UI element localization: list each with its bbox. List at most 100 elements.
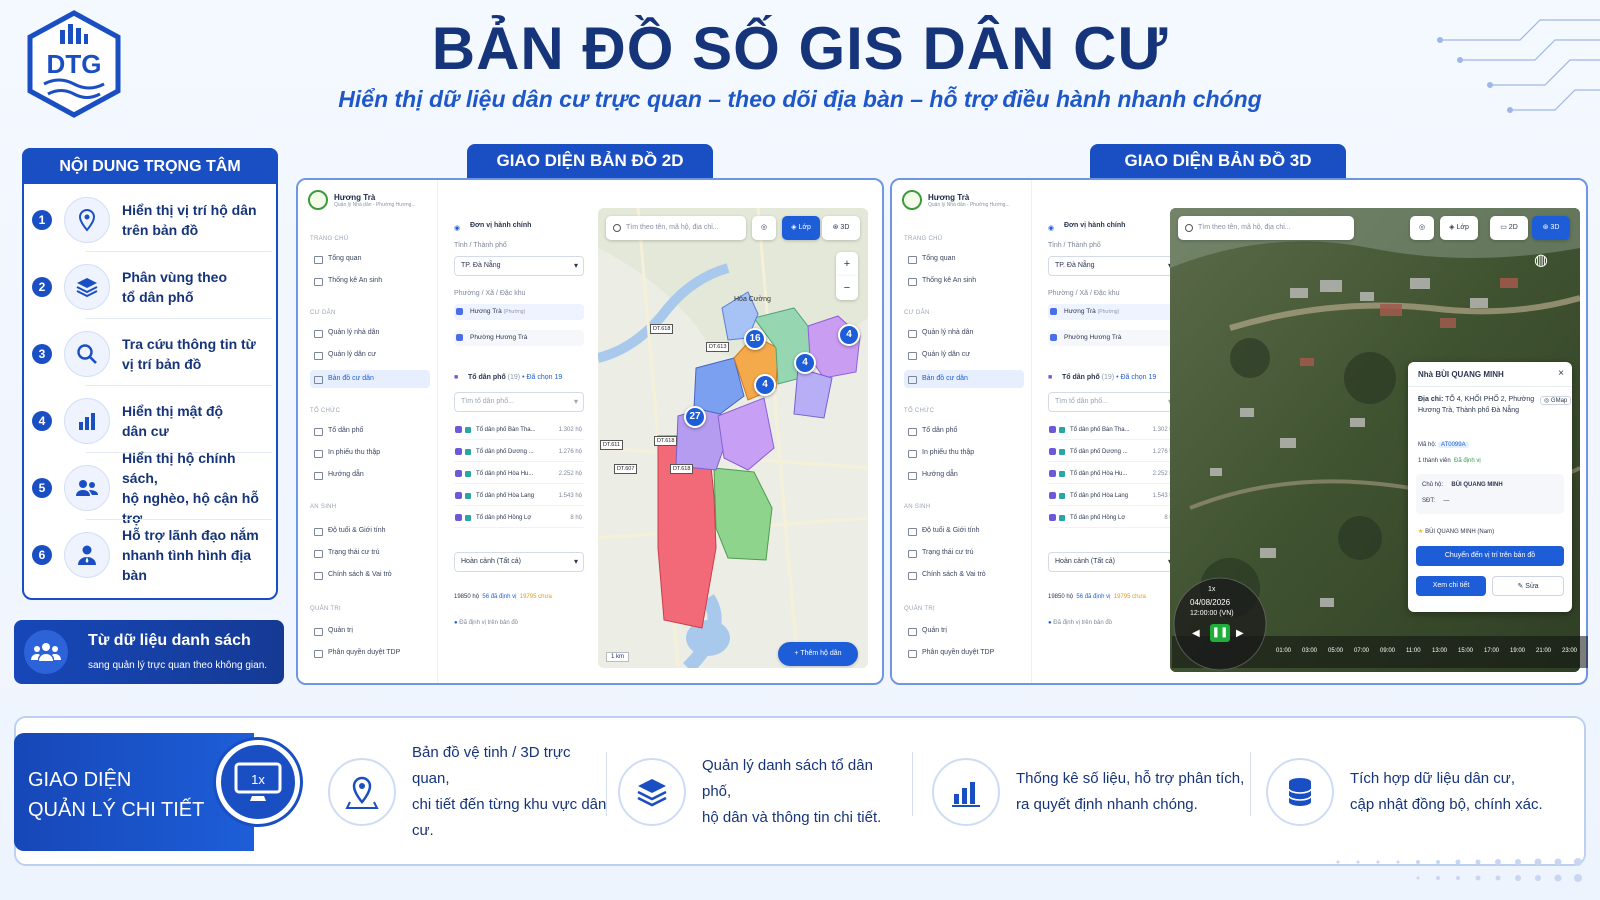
menu-do-tuoi[interactable]: Độ tuổi & Giới tính: [904, 522, 1024, 540]
menu-ql-dan-cu[interactable]: Quản lý dân cư: [904, 346, 1024, 364]
pause-icon[interactable]: ❚❚: [1210, 624, 1230, 642]
road-label: DT.611: [600, 440, 624, 450]
app-brand[interactable]: Hương Trà Quản lý Nhà dân - Phường Hương.…: [902, 190, 1010, 210]
phuong-checkbox-1[interactable]: Hương Trà (Phường): [1048, 304, 1178, 320]
item-number: 1: [32, 210, 52, 230]
stat-located: 56 đã định vị: [1076, 594, 1111, 600]
divider: [86, 251, 272, 252]
rewind-icon[interactable]: ◀: [1192, 628, 1200, 639]
app-brand[interactable]: Hương Trà Quản lý Nhà dân - Phường Hương.…: [308, 190, 416, 210]
tdp-name: Tổ dân phố Bàn Tha...: [1070, 427, 1130, 433]
tinh-select[interactable]: TP. Đà Nẵng: [1048, 256, 1178, 276]
menu-chinh-sach[interactable]: Chính sách & Vai trò: [904, 566, 1024, 584]
menu-do-tuoi[interactable]: Độ tuổi & Giới tính: [310, 522, 430, 540]
road-label: DT.618: [670, 464, 694, 474]
tinh-select[interactable]: TP. Đà Nẵng: [454, 256, 584, 276]
map-search-input[interactable]: Tìm theo tên, mã hộ, địa chỉ...: [606, 216, 746, 240]
menu-trang-thai[interactable]: Trạng thái cư trú: [904, 544, 1024, 562]
tdp-row[interactable]: Tổ dân phố Hòa Hu... 2.252 hộ: [1048, 464, 1178, 484]
phuong-checkbox-2[interactable]: Phường Hương Trà: [454, 330, 584, 346]
focus-panel: 1 Hiển thị vị trí hộ dân trên bản đồ 2 Ph…: [22, 182, 278, 600]
phuong-checkbox-2[interactable]: Phường Hương Trà: [1048, 330, 1178, 346]
menu-huong-dan[interactable]: Hướng dẫn: [904, 466, 1024, 484]
menu-ban-do[interactable]: Bản đồ cư dân: [904, 370, 1024, 388]
tdp-name: Tổ dân phố Hòa Lang: [476, 493, 535, 499]
menu-phan-quyen[interactable]: Phân quyền duyệt TDP: [904, 644, 1024, 662]
cluster-pin[interactable]: 4: [754, 374, 776, 396]
tdp-row[interactable]: Tổ dân phố Dương ... 1.276 hộ: [1048, 442, 1178, 462]
menu-ql-nha-dan[interactable]: Quản lý nhà dân: [904, 324, 1024, 342]
locate-button[interactable]: ◎: [1410, 216, 1434, 240]
group-label: TỔ CHỨC: [904, 408, 935, 414]
menu-to-dan-pho[interactable]: Tổ dân phố: [310, 422, 430, 440]
feature-line2: hộ dân và thông tin chi tiết.: [702, 809, 882, 826]
move-to-location-button[interactable]: Chuyển đến vị trí trên bản đồ: [1416, 546, 1564, 566]
forward-icon[interactable]: ▶: [1236, 628, 1244, 639]
tdp-search[interactable]: Tìm tổ dân phố...: [1048, 392, 1178, 412]
tdp-row[interactable]: Tổ dân phố Hòa Lang 1.543 hộ: [454, 486, 584, 506]
zoom-out-button[interactable]: −: [836, 276, 858, 300]
layer-button[interactable]: ◈ Lớp: [782, 216, 820, 240]
cluster-pin[interactable]: 4: [838, 324, 860, 346]
menu-trang-thai[interactable]: Trạng thái cư trú: [310, 544, 430, 562]
menu-ql-nha-dan[interactable]: Quản lý nhà dân: [310, 324, 430, 342]
hoan-canh-select[interactable]: Hoàn cảnh (Tất cả): [1048, 552, 1178, 572]
menu-tong-quan[interactable]: Tổng quan: [310, 250, 430, 268]
tdp-name: Tổ dân phố Hòa Hu...: [1070, 471, 1128, 477]
feature-item: Thống kê số liệu, hỗ trợ phân tích, ra qu…: [932, 750, 1246, 834]
menu-thong-ke[interactable]: Thống kê An sinh: [310, 272, 430, 290]
phuong-checkbox-1[interactable]: Hương Trà (Phường): [454, 304, 584, 320]
divider: [86, 318, 272, 319]
map-search-input[interactable]: Tìm theo tên, mã hộ, địa chỉ...: [1178, 216, 1354, 240]
item-number: 5: [32, 478, 52, 498]
tdp-row[interactable]: Tổ dân phố Bàn Tha... 1.302 hộ: [1048, 420, 1178, 440]
brand-logo-icon: [902, 190, 922, 210]
group-label: QUẢN TRỊ: [904, 606, 935, 612]
view-3d-button[interactable]: ⊛ 3D: [1532, 216, 1570, 240]
menu-quan-tri[interactable]: Quản trị: [310, 622, 430, 640]
close-icon[interactable]: ×: [1558, 368, 1564, 379]
cluster-pin[interactable]: 27: [684, 406, 706, 428]
view-2d-button[interactable]: ▭ 2D: [1490, 216, 1528, 240]
tdp-row[interactable]: Tổ dân phố Hồng Lợ8 hộ: [454, 508, 584, 528]
menu-to-dan-pho[interactable]: Tổ dân phố: [904, 422, 1024, 440]
focus-panel-title: NỘI DUNG TRỌNG TÂM: [22, 148, 278, 186]
tdp-row[interactable]: Tổ dân phố Hòa Lang 1.543 hộ: [1048, 486, 1178, 506]
tdp-search[interactable]: Tìm tổ dân phố...: [454, 392, 584, 412]
member-item: ★ BÙI QUANG MINH (Nam): [1418, 528, 1494, 535]
timeline-tick: 07:00: [1354, 648, 1370, 654]
menu-ban-do[interactable]: Bản đồ cư dân: [310, 370, 430, 388]
menu-ql-dan-cu[interactable]: Quản lý dân cư: [310, 346, 430, 364]
locate-button[interactable]: ◎: [752, 216, 776, 240]
add-household-button[interactable]: + Thêm hộ dân: [778, 642, 858, 666]
zoom-in-button[interactable]: +: [836, 252, 858, 276]
legend-dot-icon: ●: [454, 620, 458, 626]
menu-phan-quyen[interactable]: Phân quyền duyệt TDP: [310, 644, 430, 662]
timeline-tick: 09:00: [1380, 648, 1396, 654]
cluster-pin[interactable]: 16: [744, 328, 766, 350]
menu-in-phieu[interactable]: In phiếu thu thập: [904, 444, 1024, 462]
menu-thong-ke[interactable]: Thống kê An sinh: [904, 272, 1024, 290]
menu-tong-quan[interactable]: Tổng quan: [904, 250, 1024, 268]
cluster-pin[interactable]: 4: [794, 352, 816, 374]
menu-huong-dan[interactable]: Hướng dẫn: [310, 466, 430, 484]
map-2d-canvas[interactable]: Tìm theo tên, mã hộ, địa chỉ... ◎ ◈ Lớp …: [598, 208, 868, 668]
tdp-row[interactable]: Tổ dân phố Dương ... 1.276 hộ: [454, 442, 584, 462]
hoan-canh-select[interactable]: Hoàn cảnh (Tất cả): [454, 552, 584, 572]
globe-icon[interactable]: ◍: [1534, 250, 1548, 270]
brand-name: Hương Trà: [334, 192, 376, 202]
tdp-row[interactable]: Tổ dân phố Hòa Hu... 2.252 hộ: [454, 464, 584, 484]
tdp-row[interactable]: Tổ dân phố Hồng Lợ8 hộ: [1048, 508, 1178, 528]
group-label: AN SINH: [904, 504, 931, 510]
map-2d-frame: Hương Trà Quản lý Nhà dân - Phường Hương.…: [296, 178, 884, 685]
layer-button[interactable]: ◈ Lớp: [1440, 216, 1478, 240]
menu-in-phieu[interactable]: In phiếu thu thập: [310, 444, 430, 462]
view-3d-button[interactable]: ⊛ 3D: [822, 216, 860, 240]
menu-chinh-sach[interactable]: Chính sách & Vai trò: [310, 566, 430, 584]
item-line1: Phân vùng theo: [122, 269, 227, 285]
gmap-button[interactable]: ◎ GMap: [1540, 396, 1572, 405]
menu-quan-tri[interactable]: Quản trị: [904, 622, 1024, 640]
legend-row: ● Đã định vị trên bản đồ: [1048, 620, 1112, 626]
item-line1: Hiển thị hộ chính sách,: [122, 450, 236, 486]
tdp-row[interactable]: Tổ dân phố Bàn Tha... 1.302 hộ: [454, 420, 584, 440]
